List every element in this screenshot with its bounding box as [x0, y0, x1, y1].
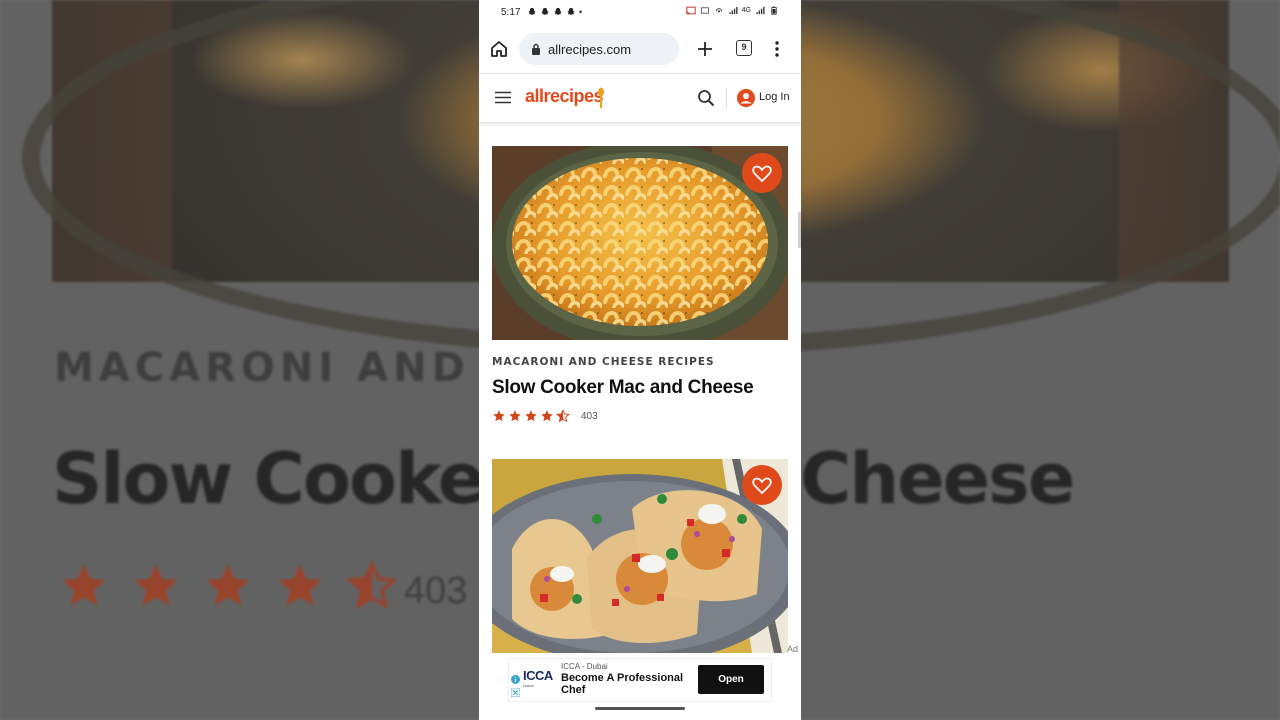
half-star-icon — [556, 409, 570, 423]
search-icon[interactable] — [697, 89, 715, 107]
star-icon — [525, 410, 537, 422]
more-options-icon[interactable] — [771, 39, 783, 59]
phone-screen: 5:17 • 4G allrecipes.com 9 allrecipes Lo… — [479, 0, 801, 720]
hotspot-icon — [715, 8, 722, 13]
star-icon — [509, 410, 521, 422]
rating-stars — [492, 409, 570, 423]
heart-icon — [752, 477, 772, 494]
hamburger-menu-icon[interactable] — [495, 91, 511, 104]
signal-icon — [729, 6, 738, 15]
url-text: allrecipes.com — [548, 42, 632, 57]
signal-icon — [756, 6, 765, 15]
save-recipe-button[interactable] — [742, 153, 782, 193]
snapchat-icon — [541, 7, 549, 16]
site-logo[interactable]: allrecipes — [525, 86, 604, 107]
heart-icon — [752, 165, 772, 182]
more-notifications-dot: • — [579, 7, 583, 17]
snapchat-icon — [528, 7, 536, 16]
ad-label: Ad — [787, 644, 799, 654]
status-bar: 5:17 • 4G — [479, 0, 801, 26]
system-status-icons: 4G — [685, 6, 779, 15]
snapchat-icon — [554, 7, 562, 16]
header-divider — [726, 88, 727, 108]
new-tab-plus-icon[interactable] — [695, 39, 715, 59]
gesture-nav-handle[interactable] — [595, 707, 685, 710]
logo-spoon-icon — [598, 87, 604, 108]
star-icon — [493, 410, 505, 422]
advertiser-logo-sub: Dubai — [523, 683, 534, 688]
volte-icon — [700, 7, 709, 14]
ad-close-icon[interactable] — [511, 688, 520, 697]
recipe-title[interactable]: Slow Cooker Mac and Cheese — [492, 377, 754, 399]
recipe-category[interactable]: MACARONI AND CHEESE RECIPES — [492, 356, 715, 368]
ad-banner[interactable]: ICCA Dubai ICCA - Dubai Become A Profess… — [509, 659, 771, 701]
advertiser-name: ICCA - Dubai — [561, 662, 608, 671]
address-bar[interactable]: allrecipes.com — [519, 33, 679, 65]
ad-headline: Become A Professional Chef — [561, 672, 684, 696]
star-icon — [541, 410, 553, 422]
home-icon[interactable] — [489, 39, 509, 59]
page-scrollbar — [798, 212, 801, 248]
user-account-icon[interactable] — [737, 89, 755, 107]
ad-info-icon[interactable] — [511, 675, 520, 684]
advertiser-logo: ICCA — [523, 668, 553, 683]
rating-count: 403 — [581, 411, 598, 422]
login-link[interactable]: Log In — [759, 91, 790, 103]
snapchat-icon — [567, 7, 575, 16]
site-header: allrecipes Log In — [479, 73, 801, 122]
notification-icons: • — [527, 7, 582, 17]
cast-icon — [685, 6, 696, 15]
ad-open-button[interactable]: Open — [698, 665, 764, 694]
save-recipe-button[interactable] — [742, 465, 782, 505]
status-time: 5:17 — [501, 7, 521, 18]
network-type-label: 4G — [741, 7, 751, 14]
browser-toolbar: allrecipes.com 9 — [479, 26, 801, 72]
lock-icon — [532, 43, 540, 55]
battery-icon — [771, 6, 777, 15]
tab-switcher-button[interactable]: 9 — [736, 40, 752, 56]
